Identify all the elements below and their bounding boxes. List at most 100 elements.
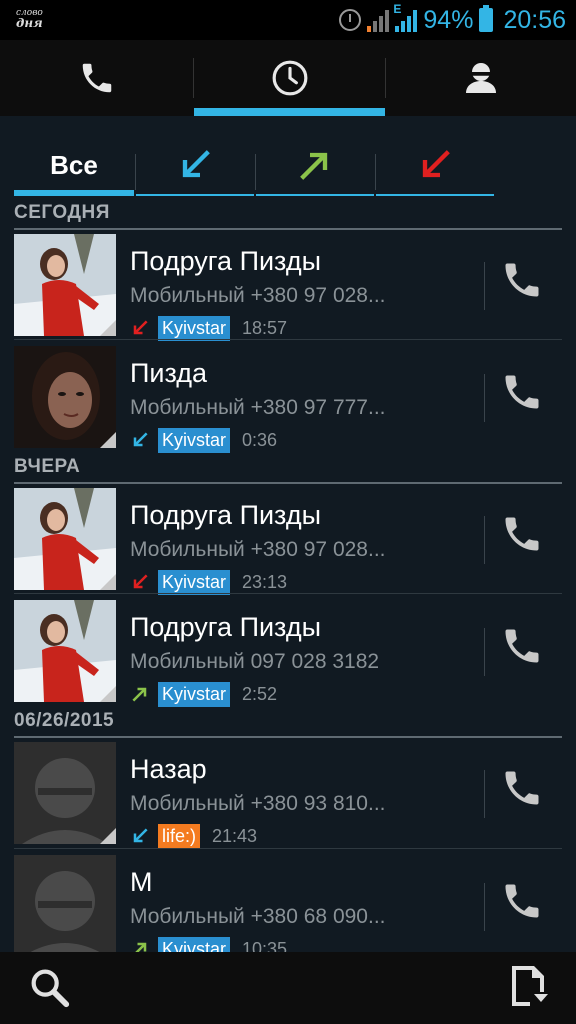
- top-tabs: [0, 40, 576, 116]
- call-row[interactable]: Назар Мобильный +380 93 810... life:) 21…: [14, 736, 562, 849]
- filter-all-label: Все: [50, 149, 98, 180]
- outgoing-arrow-icon: [300, 152, 328, 180]
- phone-icon: [82, 63, 111, 93]
- call-log-list[interactable]: Все СЕГОДНЯ Подруга Пизды Мобильный +380…: [0, 116, 576, 952]
- call-row[interactable]: Подруга Пизды Мобильный +380 97 028... K…: [14, 228, 562, 341]
- call-button[interactable]: [500, 258, 544, 308]
- tab-contacts[interactable]: [386, 40, 576, 116]
- tab-call-log[interactable]: [194, 40, 385, 116]
- contact-number: Мобильный +380 97 028...: [130, 284, 386, 307]
- avatar-placeholder[interactable]: [14, 855, 116, 952]
- search-button[interactable]: [26, 964, 74, 1012]
- avatar-corner: [100, 432, 116, 448]
- missed-arrow-icon: [422, 150, 450, 178]
- avatar[interactable]: [14, 346, 116, 448]
- alarm-icon: [339, 9, 362, 31]
- row-divider: [484, 770, 485, 818]
- call-meta: Kyivstar 0:36: [130, 427, 278, 453]
- avatar-corner: [100, 686, 116, 702]
- filter-selected-indicator: [14, 190, 134, 196]
- status-icons: E 94% 20:56: [339, 2, 566, 36]
- signal-icon-sim2: E: [393, 2, 418, 32]
- battery-icon: [479, 5, 494, 32]
- call-time: 10:35: [242, 938, 288, 953]
- contact-name: Подруга Пизды: [130, 612, 322, 642]
- contact-number: Мобильный +380 97 777...: [130, 396, 386, 419]
- filter-all[interactable]: Все: [14, 134, 134, 196]
- filter-underline: [256, 194, 374, 196]
- status-time: 20:56: [503, 5, 566, 34]
- contact-name: Подруга Пизды: [130, 246, 322, 276]
- call-button[interactable]: [500, 766, 544, 816]
- call-button[interactable]: [500, 370, 544, 420]
- contact-name: М: [130, 867, 153, 897]
- save-to-file-icon: [512, 966, 548, 1006]
- contact-number: Мобильный +380 97 028...: [130, 538, 386, 561]
- call-row[interactable]: Пизда Мобильный +380 97 777... Kyivstar …: [14, 340, 562, 453]
- tab-phone[interactable]: [0, 40, 193, 116]
- row-divider: [484, 374, 485, 422]
- call-filter-tabs: Все: [14, 134, 562, 196]
- filter-missed[interactable]: [376, 134, 494, 196]
- avatar[interactable]: [14, 488, 116, 590]
- section-header-yesterday: ВЧЕРА: [14, 452, 562, 484]
- call-meta: Kyivstar 18:57: [130, 315, 287, 341]
- call-button[interactable]: [500, 879, 544, 929]
- contact-name: Пизда: [130, 358, 208, 388]
- row-divider: [484, 262, 485, 310]
- call-time: 23:13: [242, 571, 288, 592]
- call-button[interactable]: [500, 624, 544, 674]
- call-meta: Kyivstar 23:13: [130, 569, 288, 595]
- row-divider: [484, 516, 485, 564]
- signal-icon-sim1: [367, 8, 390, 32]
- carrier-badge: life:): [158, 823, 201, 849]
- carrier-badge: Kyivstar: [158, 569, 231, 595]
- contact-name: Подруга Пизды: [130, 500, 322, 530]
- missed-call-icon: [133, 574, 148, 589]
- outgoing-call-icon: [135, 942, 147, 952]
- call-row[interactable]: М Мобильный +380 68 090... Kyivstar 10:3…: [14, 849, 562, 952]
- missed-call-icon: [133, 320, 148, 335]
- avatar-placeholder[interactable]: [14, 742, 116, 844]
- network-type: E: [393, 2, 402, 16]
- save-to-file-button[interactable]: [504, 962, 554, 1012]
- incoming-call-icon: [133, 432, 148, 447]
- contact-number: Мобильный 097 028 3182: [130, 650, 380, 673]
- selected-tab-indicator: [194, 108, 385, 116]
- outgoing-call-icon: [132, 687, 147, 702]
- phone-icon: [505, 884, 539, 918]
- phone-icon: [505, 629, 539, 663]
- section-header-date: 06/26/2015: [14, 706, 562, 738]
- row-divider: [484, 628, 485, 676]
- call-button[interactable]: [500, 512, 544, 562]
- carrier-badge: Kyivstar: [158, 315, 231, 341]
- battery-percent: 94%: [423, 5, 474, 34]
- app-logo: слово дня: [16, 8, 43, 30]
- call-meta: Kyivstar 10:35: [130, 936, 288, 953]
- section-header-today: СЕГОДНЯ: [14, 198, 562, 230]
- carrier-badge: Kyivstar: [158, 681, 231, 707]
- section-title: СЕГОДНЯ: [14, 202, 110, 223]
- call-meta: Kyivstar 2:52: [130, 681, 277, 707]
- incoming-call-icon: [133, 828, 148, 843]
- call-row[interactable]: Подруга Пизды Мобильный +380 97 028... K…: [14, 482, 562, 595]
- call-time: 21:43: [212, 825, 258, 846]
- call-time: 0:36: [242, 429, 278, 450]
- phone-icon: [505, 771, 539, 805]
- carrier-badge: Kyivstar: [158, 427, 231, 453]
- filter-incoming[interactable]: [136, 134, 254, 196]
- search-icon: [31, 969, 70, 1008]
- status-bar: слово дня E 94% 20:56: [0, 0, 576, 40]
- filter-underline: [136, 194, 254, 196]
- phone-icon: [505, 263, 539, 297]
- phone-icon: [505, 517, 539, 551]
- avatar[interactable]: [14, 234, 116, 336]
- section-title: 06/26/2015: [14, 710, 115, 731]
- bottom-action-bar: [0, 952, 576, 1024]
- call-row[interactable]: Подруга Пизды Мобильный 097 028 3182 Kyi…: [14, 594, 562, 707]
- contact-number: Мобильный +380 93 810...: [130, 792, 386, 815]
- avatar-corner: [100, 828, 116, 844]
- logo-line-2: дня: [16, 16, 43, 30]
- filter-outgoing[interactable]: [256, 134, 374, 196]
- avatar[interactable]: [14, 600, 116, 702]
